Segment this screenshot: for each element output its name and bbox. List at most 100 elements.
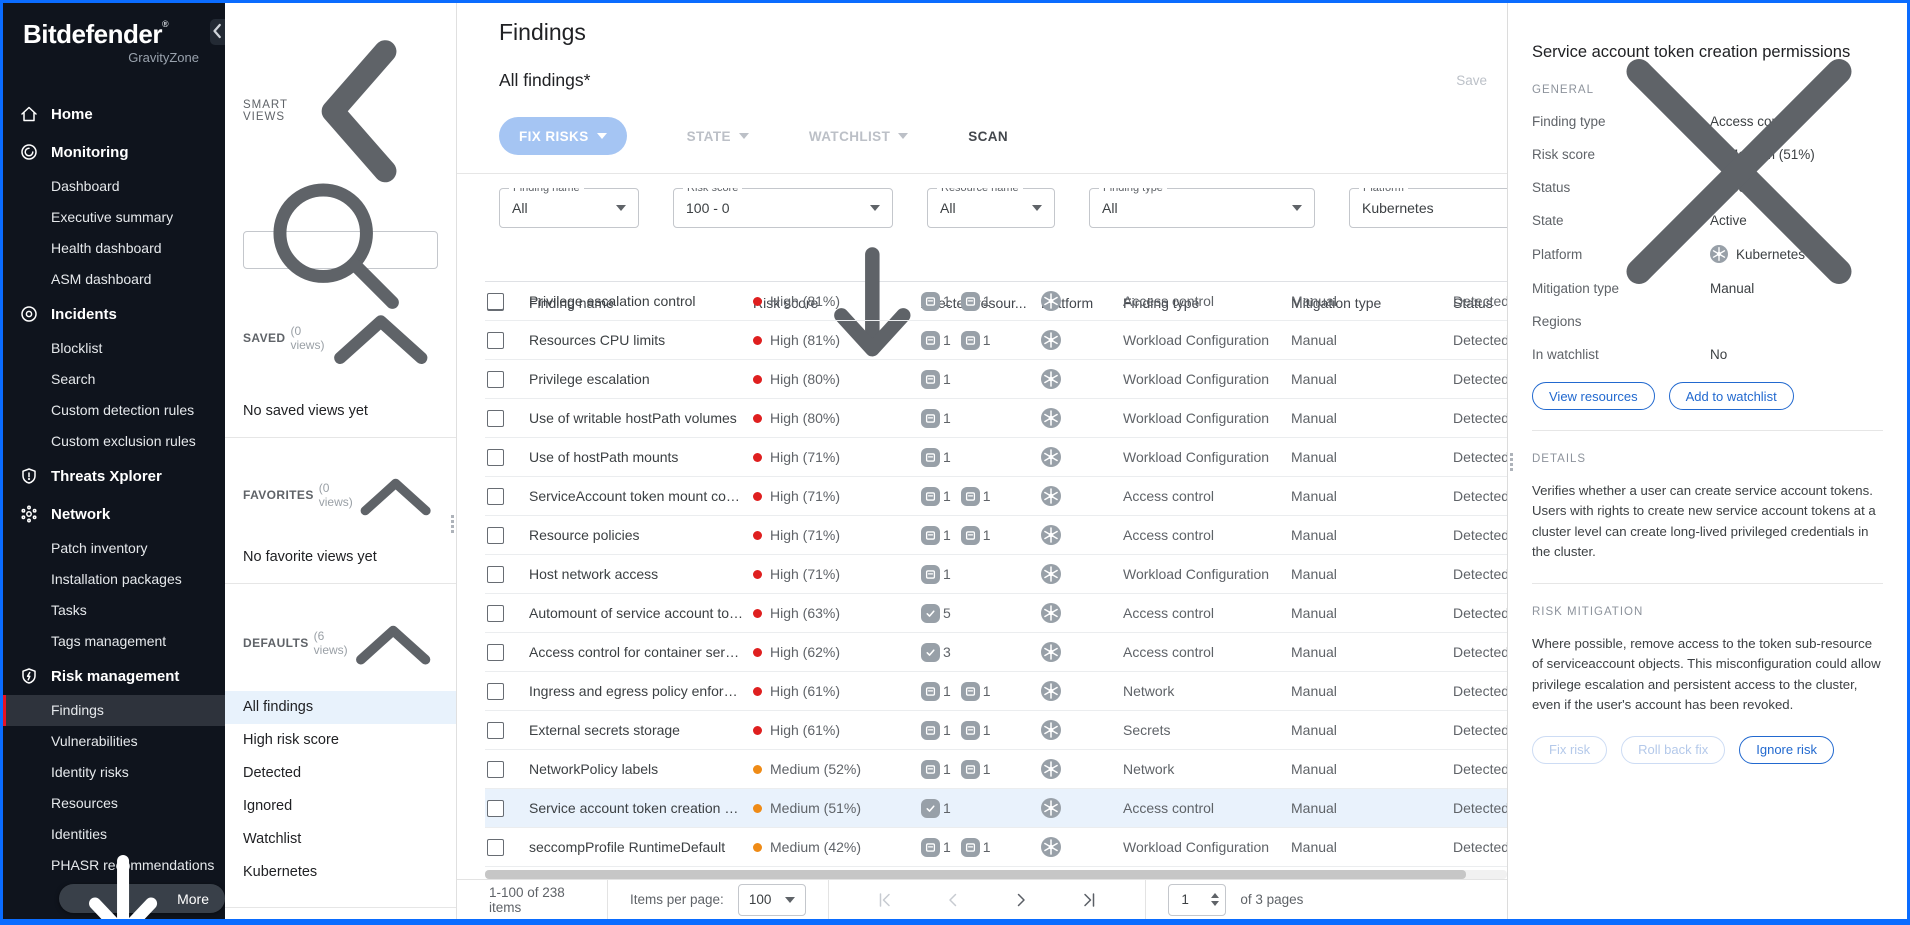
filter-value: Kubernetes [1362, 200, 1507, 216]
row-checkbox[interactable] [487, 566, 504, 583]
table-row[interactable]: Ingress and egress policy enforcem...Hig… [485, 672, 1507, 711]
views-section-name: SAVED [243, 331, 285, 345]
sidebar-item-home[interactable]: Home [3, 95, 225, 133]
ignore-risk-button[interactable]: Ignore risk [1739, 736, 1834, 764]
table-row[interactable]: Use of writable hostPath volumesHigh (80… [485, 399, 1507, 438]
panel-resize-handle[interactable] [1510, 453, 1513, 471]
row-checkbox[interactable] [487, 371, 504, 388]
table-row[interactable]: Service account token creation perm...Me… [485, 789, 1507, 828]
registered-mark: ® [162, 19, 168, 29]
row-checkbox[interactable] [487, 527, 504, 544]
affected-resources-cell: 1 [921, 799, 1041, 818]
add-to-watchlist-button[interactable]: Add to watchlist [1669, 382, 1794, 410]
table-row[interactable]: Privilege escalationHigh (80%)1Workload … [485, 360, 1507, 399]
table-row[interactable]: Access control for container service ...… [485, 633, 1507, 672]
filter-risk-score[interactable]: Risk score100 - 0 [673, 188, 893, 228]
table-row[interactable]: seccompProfile RuntimeDefaultMedium (42%… [485, 828, 1507, 867]
watchlist-button[interactable]: WATCHLIST [809, 129, 908, 144]
views-section-header-defaults[interactable]: DEFAULTS(6 views) [243, 608, 438, 679]
sidebar-item-identities[interactable]: Identities [3, 819, 225, 850]
row-checkbox[interactable] [487, 293, 504, 310]
spin-down-icon[interactable] [1211, 901, 1219, 906]
page-next-button[interactable] [1013, 892, 1029, 908]
resource-count: 1 [921, 721, 951, 740]
sidebar-item-executive-summary[interactable]: Executive summary [3, 202, 225, 233]
risk-score-cell: High (62%) [753, 644, 921, 660]
risk-severity-dot [753, 609, 762, 618]
view-item-high-risk-score[interactable]: High risk score [225, 724, 456, 757]
close-icon[interactable] [1589, 19, 1889, 324]
table-row[interactable]: ServiceAccount token mount controlHigh (… [485, 477, 1507, 516]
risk-score-label: High (80%) [770, 371, 840, 387]
row-checkbox[interactable] [487, 683, 504, 700]
sidebar-item-network[interactable]: Network [3, 495, 225, 533]
row-checkbox[interactable] [487, 644, 504, 661]
sidebar-more-button[interactable]: More [59, 884, 225, 913]
save-view-button[interactable]: Save [1456, 73, 1487, 88]
sidebar-item-threats-xplorer[interactable]: Threats Xplorer [3, 457, 225, 495]
sidebar-item-risk-management[interactable]: Risk management [3, 657, 225, 695]
sidebar-item-identity-risks[interactable]: Identity risks [3, 757, 225, 788]
page-number-input[interactable]: 1 [1168, 884, 1226, 916]
table-row[interactable]: NetworkPolicy labelsMedium (52%)11Networ… [485, 750, 1507, 789]
table-row[interactable]: Host network accessHigh (71%)1Workload C… [485, 555, 1507, 594]
sidebar-item-custom-exclusion-rules[interactable]: Custom exclusion rules [3, 426, 225, 457]
platform-cell [1041, 369, 1123, 389]
row-checkbox[interactable] [487, 605, 504, 622]
view-item-detected[interactable]: Detected [225, 757, 456, 790]
filter-resource-name[interactable]: Resource nameAll [927, 188, 1055, 228]
spin-up-icon[interactable] [1211, 893, 1219, 898]
row-checkbox[interactable] [487, 449, 504, 466]
views-section-header-favorites[interactable]: FAVORITES(0 views) [243, 462, 438, 529]
table-row[interactable]: Use of hostPath mountsHigh (71%)1Workloa… [485, 438, 1507, 477]
scrollbar-thumb[interactable] [485, 870, 1466, 879]
sidebar-item-search[interactable]: Search [3, 364, 225, 395]
fix-risks-button[interactable]: FIX RISKS [499, 117, 627, 155]
section-divider [1532, 430, 1883, 431]
kubernetes-icon [1041, 291, 1061, 311]
sidebar-item-incidents[interactable]: Incidents [3, 295, 225, 333]
finding-type-cell: Workload Configuration [1123, 839, 1291, 855]
sidebar-item-tasks[interactable]: Tasks [3, 595, 225, 626]
row-checkbox[interactable] [487, 839, 504, 856]
table-row[interactable]: Resource policiesHigh (71%)11Access cont… [485, 516, 1507, 555]
sidebar-item-health-dashboard[interactable]: Health dashboard [3, 233, 225, 264]
row-checkbox[interactable] [487, 488, 504, 505]
sidebar-item-custom-detection-rules[interactable]: Custom detection rules [3, 395, 225, 426]
filter-platform[interactable]: PlatformKubernetes [1349, 188, 1507, 228]
row-checkbox[interactable] [487, 800, 504, 817]
table-row[interactable]: Automount of service account tokenHigh (… [485, 594, 1507, 633]
sidebar-item-blocklist[interactable]: Blocklist [3, 333, 225, 364]
sidebar-item-vulnerabilities[interactable]: Vulnerabilities [3, 726, 225, 757]
scan-button[interactable]: SCAN [968, 129, 1008, 144]
state-button[interactable]: STATE [687, 129, 749, 144]
table-row[interactable]: External secrets storageHigh (61%)11Secr… [485, 711, 1507, 750]
sidebar-item-resources[interactable]: Resources [3, 788, 225, 819]
row-checkbox[interactable] [487, 761, 504, 778]
sidebar-item-findings[interactable]: Findings [3, 695, 225, 726]
sidebar-item-monitoring[interactable]: Monitoring [3, 133, 225, 171]
view-resources-button[interactable]: View resources [1532, 382, 1655, 410]
row-checkbox[interactable] [487, 332, 504, 349]
row-checkbox[interactable] [487, 410, 504, 427]
sidebar-item-dashboard[interactable]: Dashboard [3, 171, 225, 202]
sidebar-collapse-button[interactable] [210, 19, 225, 45]
platform-cell [1041, 447, 1123, 467]
chevron-up-icon [348, 608, 438, 679]
filter-finding-type[interactable]: Finding typeAll [1089, 188, 1315, 228]
view-item-kubernetes[interactable]: Kubernetes [225, 856, 456, 889]
sidebar-item-installation-packages[interactable]: Installation packages [3, 564, 225, 595]
per-page-select[interactable]: 100 [738, 884, 807, 916]
sidebar-item-patch-inventory[interactable]: Patch inventory [3, 533, 225, 564]
view-item-all-findings[interactable]: All findings [225, 691, 456, 724]
sidebar-item-tags-management[interactable]: Tags management [3, 626, 225, 657]
panel-resize-handle[interactable] [451, 515, 454, 533]
view-item-watchlist[interactable]: Watchlist [225, 823, 456, 856]
filter-finding-name[interactable]: Finding nameAll [499, 188, 639, 228]
sidebar-item-asm-dashboard[interactable]: ASM dashboard [3, 264, 225, 295]
view-item-ignored[interactable]: Ignored [225, 790, 456, 823]
table-row[interactable]: Privilege escalation controlHigh (81%)11… [485, 282, 1507, 321]
page-last-button[interactable] [1081, 892, 1097, 908]
table-row[interactable]: Resources CPU limitsHigh (81%)11Workload… [485, 321, 1507, 360]
row-checkbox[interactable] [487, 722, 504, 739]
